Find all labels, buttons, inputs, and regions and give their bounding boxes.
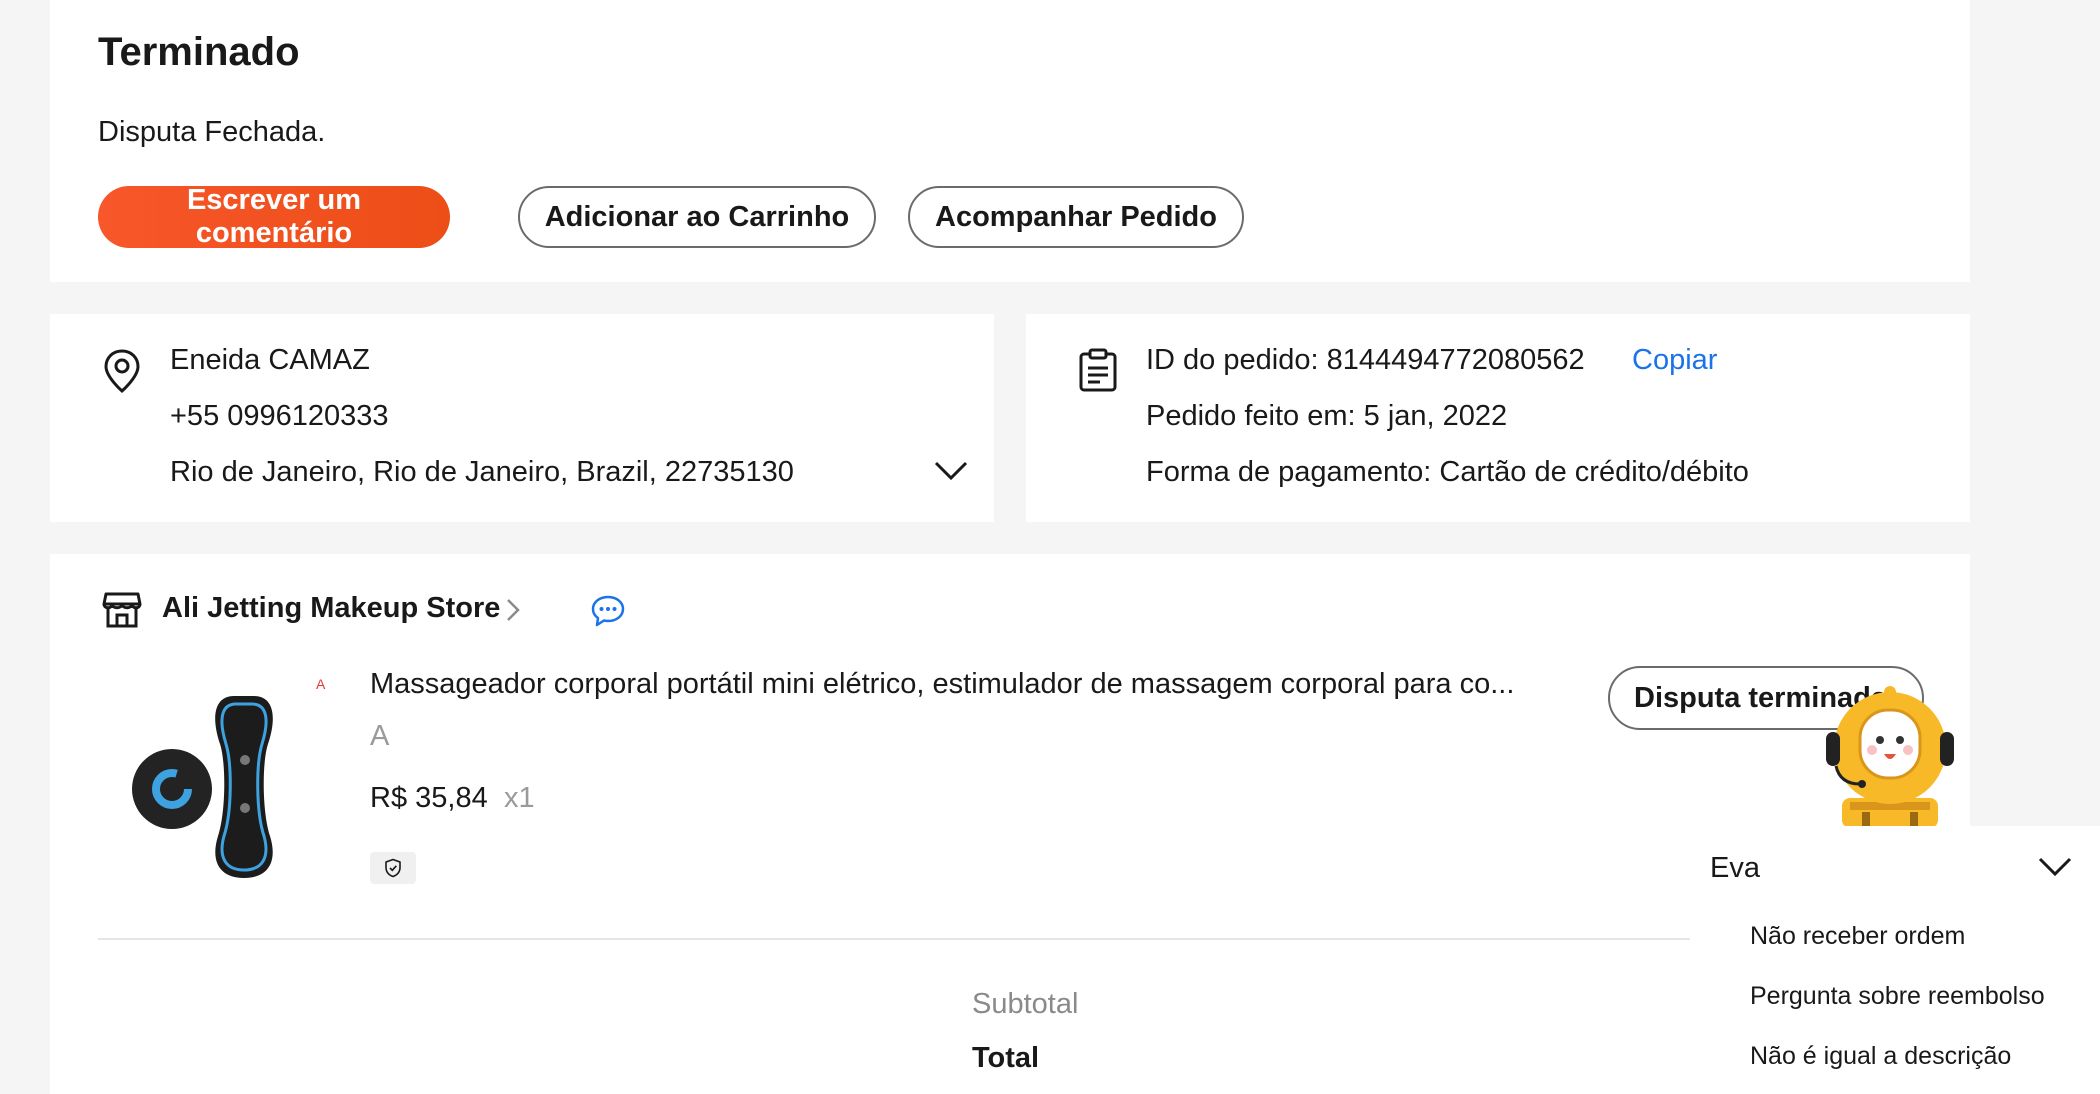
divider: [98, 938, 1738, 940]
order-date: Pedido feito em: 5 jan, 2022: [1146, 400, 1508, 432]
recipient-name: Eneida CAMAZ: [170, 344, 370, 376]
assistant-panel: Eva Não receber ordem Pergunta sobre ree…: [1690, 826, 2100, 1094]
status-title: Terminado: [98, 30, 300, 74]
write-review-button[interactable]: Escrever um comentário: [98, 184, 450, 249]
buyer-protection-badge: [370, 852, 416, 884]
product-title-link[interactable]: Massageador corporal portátil mini elétr…: [370, 668, 1590, 701]
chevron-right-icon[interactable]: [506, 598, 520, 627]
store-name-link[interactable]: Ali Jetting Makeup Store: [162, 592, 500, 625]
location-pin-icon: [102, 348, 142, 399]
product-mark: A: [316, 676, 326, 692]
product-quantity: x1: [504, 782, 535, 814]
shield-check-icon: [385, 858, 401, 878]
assistant-mascot-avatar[interactable]: [1826, 686, 1954, 828]
product-card: Ali Jetting Makeup Store A Massageador c…: [50, 554, 1970, 1094]
chevron-down-icon[interactable]: [934, 460, 968, 487]
assistant-option[interactable]: Não receber ordem: [1750, 922, 1965, 951]
store-icon: [102, 590, 142, 635]
product-price: R$ 35,84: [370, 782, 488, 814]
total-label: Total: [972, 1042, 1040, 1074]
add-to-cart-button[interactable]: Adicionar ao Carrinho: [518, 186, 876, 248]
payment-method: Forma de pagamento: Cartão de crédito/dé…: [1146, 456, 1749, 488]
subtotal-label: Subtotal: [972, 988, 1079, 1020]
recipient-address: Rio de Janeiro, Rio de Janeiro, Brazil, …: [170, 456, 794, 488]
chevron-down-icon[interactable]: [2038, 856, 2072, 883]
recipient-phone: +55 0996120333: [170, 400, 389, 432]
assistant-option[interactable]: Não é igual a descrição: [1750, 1042, 2011, 1071]
status-description: Disputa Fechada.: [98, 116, 326, 148]
track-order-button[interactable]: Acompanhar Pedido: [908, 186, 1244, 248]
copy-order-id-link[interactable]: Copiar: [1632, 344, 1717, 377]
order-status-card: Terminado Disputa Fechada. Escrever um c…: [50, 0, 1970, 282]
order-info-card: ID do pedido: 8144494772080562 Copiar Pe…: [1026, 314, 1970, 522]
order-id: ID do pedido: 8144494772080562: [1146, 344, 1585, 376]
shipping-address-card: Eneida CAMAZ +55 0996120333 Rio de Janei…: [50, 314, 994, 522]
order-document-icon: [1078, 348, 1118, 397]
product-variant: A: [370, 720, 390, 752]
product-image[interactable]: [120, 684, 320, 884]
assistant-option[interactable]: Pergunta sobre reembolso: [1750, 982, 2045, 1011]
assistant-name: Eva: [1710, 852, 1760, 884]
chat-bubble-icon[interactable]: [590, 594, 626, 633]
